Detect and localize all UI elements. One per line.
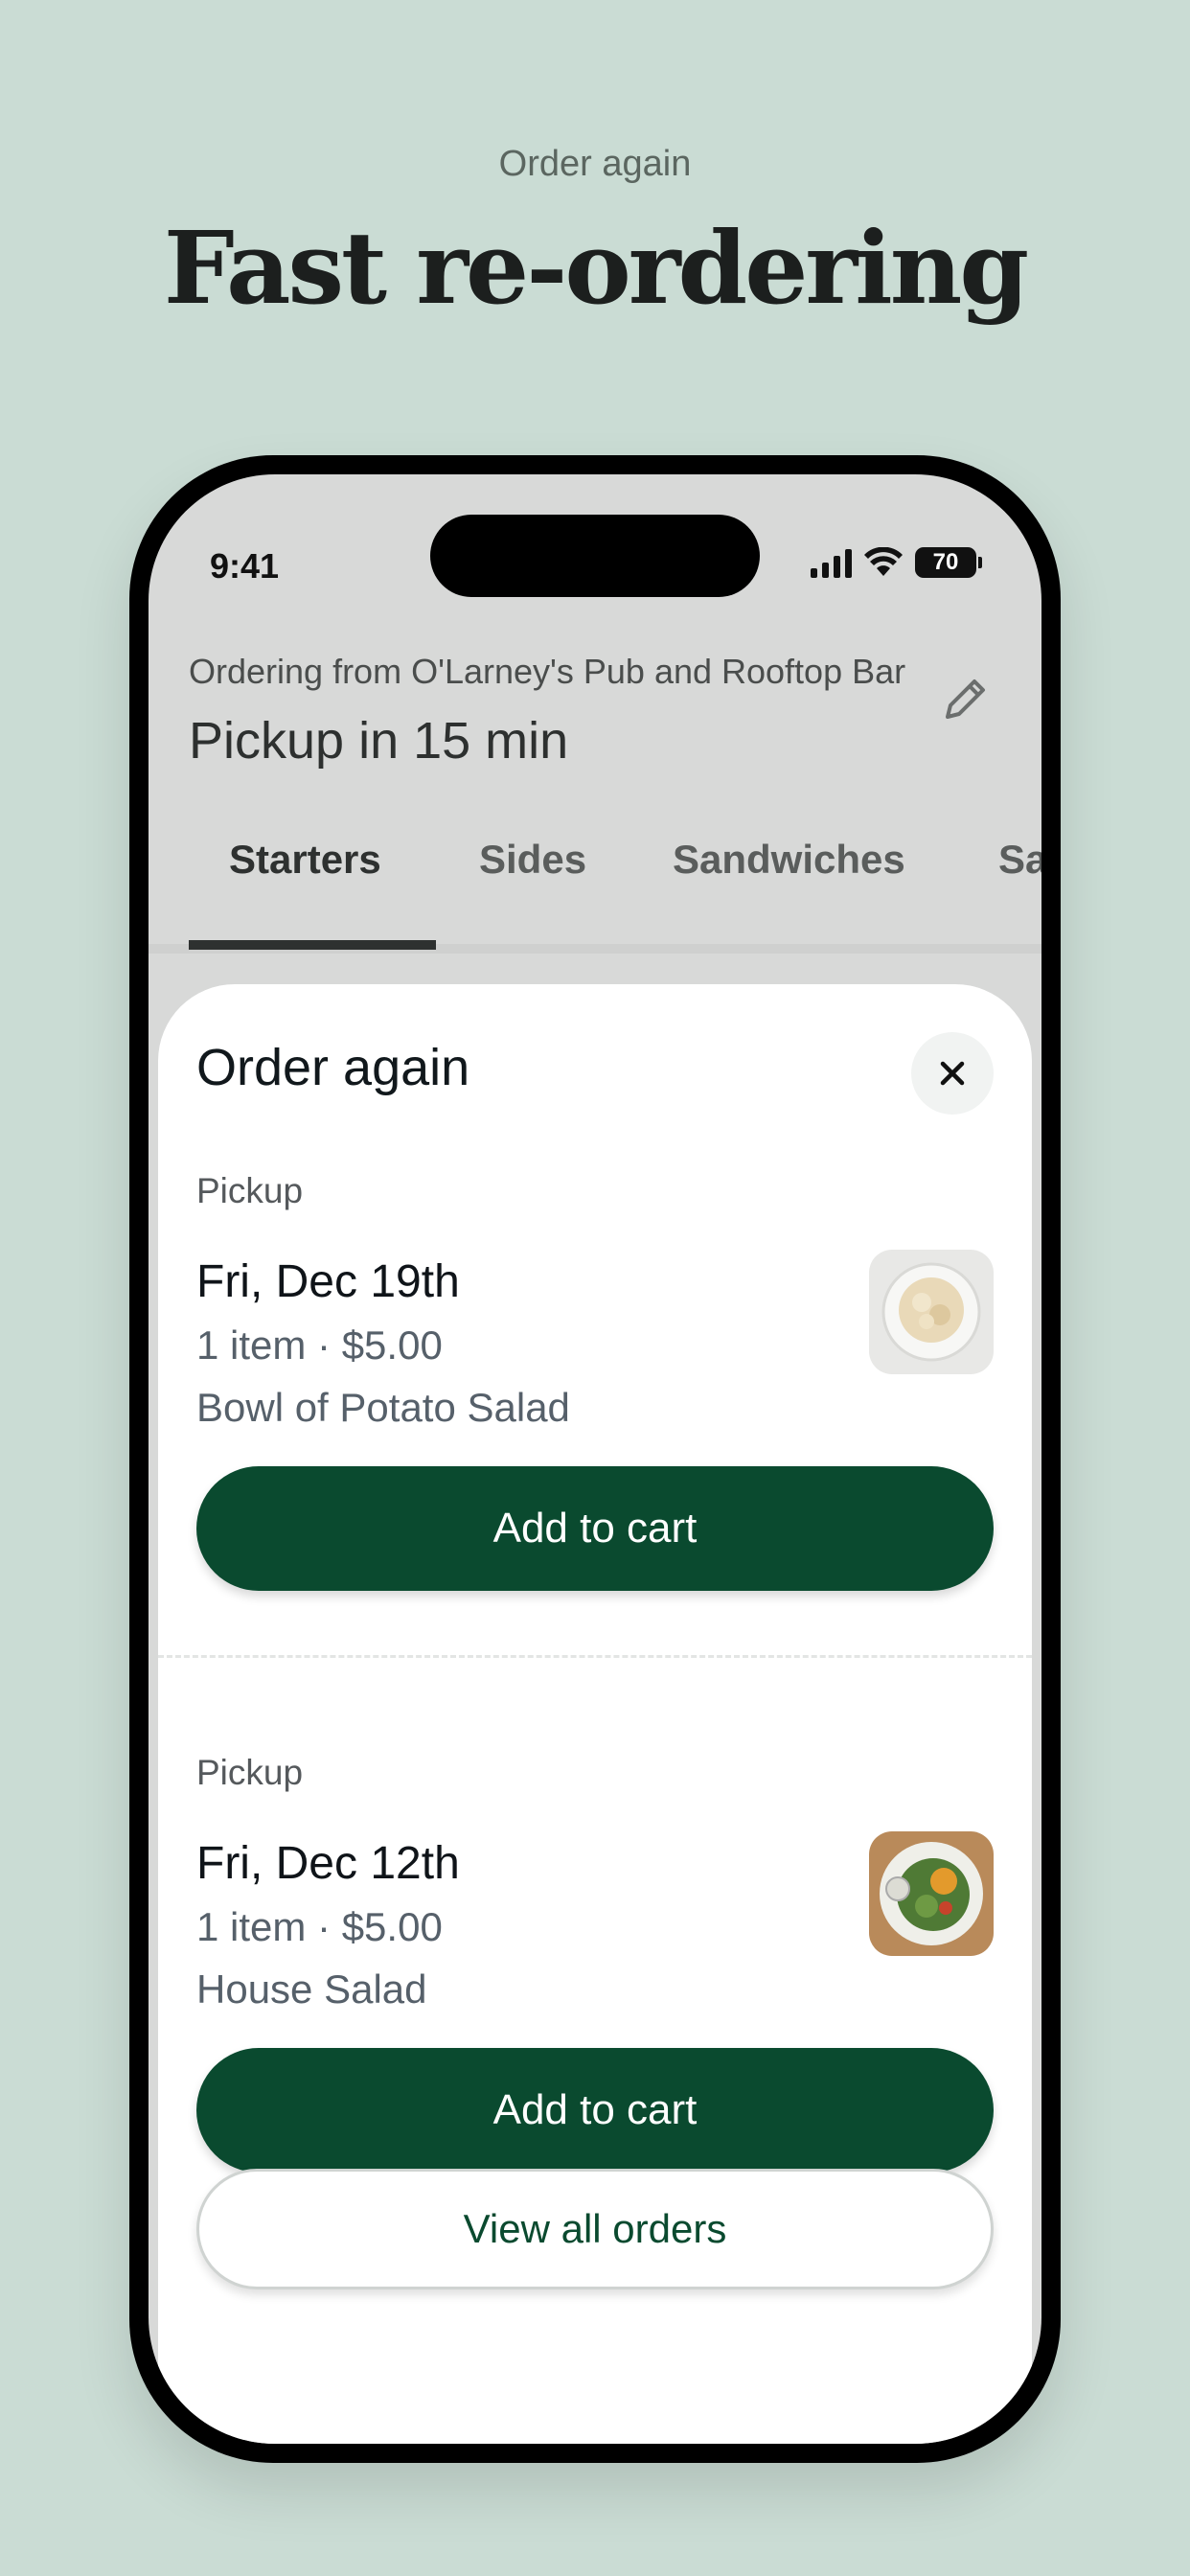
battery-icon: 70: [915, 547, 976, 578]
order-summary: 1 item · $5.00: [196, 1904, 443, 1949]
wifi-icon: [864, 547, 903, 576]
promo-title: Fast re-ordering: [163, 209, 1029, 327]
tab-sandwiches[interactable]: Sandwiches: [673, 837, 905, 883]
order-item-name: Bowl of Potato Salad: [196, 1385, 570, 1430]
promo-eyebrow: Order again: [498, 144, 692, 184]
status-icons: 70: [811, 547, 982, 578]
battery-tip: [978, 557, 982, 568]
view-all-orders-button[interactable]: View all orders: [196, 2169, 994, 2289]
order-date: Fri, Dec 19th: [196, 1256, 460, 1307]
close-icon: [940, 1061, 965, 1086]
dynamic-island: [430, 515, 760, 597]
potato-salad-image: [869, 1250, 994, 1374]
house-salad-image: [869, 1831, 994, 1956]
signal-icon: [811, 547, 852, 578]
status-bar: 9:41 70: [149, 474, 1041, 597]
tab-starters[interactable]: Starters: [229, 837, 381, 883]
status-time: 9:41: [210, 546, 280, 586]
order-date: Fri, Dec 12th: [196, 1838, 460, 1889]
order-card: Pickup Fri, Dec 12th 1 item · $5.00 Hous…: [196, 1724, 994, 2184]
phone-screen: 9:41 70 Ordering from O'Larney's Pub and…: [149, 474, 1041, 2444]
active-tab-indicator: [189, 940, 436, 950]
close-button[interactable]: [911, 1032, 994, 1115]
sheet-title: Order again: [196, 1039, 470, 1096]
pickup-time-title: Pickup in 15 min: [189, 712, 569, 770]
ordering-from-label: Ordering from O'Larney's Pub and Rooftop…: [189, 652, 906, 691]
pencil-icon[interactable]: [936, 671, 994, 728]
tab-sides[interactable]: Sides: [479, 837, 586, 883]
tab-salads[interactable]: Sa: [998, 837, 1041, 883]
order-type-label: Pickup: [196, 1753, 304, 1792]
order-card: Pickup Fri, Dec 19th 1 item · $5.00 Bowl…: [196, 1142, 994, 1602]
add-to-cart-button[interactable]: Add to cart: [196, 2048, 994, 2173]
order-summary: 1 item · $5.00: [196, 1322, 443, 1368]
category-tabs: Starters Sides Sandwiches Sa: [149, 819, 1041, 954]
order-divider: [158, 1655, 1032, 1658]
order-again-sheet: Order again Pickup Fri, Dec 19th 1 item …: [158, 984, 1032, 2444]
phone-frame: 9:41 70 Ordering from O'Larney's Pub and…: [129, 455, 1061, 2463]
order-item-name: House Salad: [196, 1966, 427, 2012]
add-to-cart-button[interactable]: Add to cart: [196, 1466, 994, 1591]
order-type-label: Pickup: [196, 1171, 304, 1210]
